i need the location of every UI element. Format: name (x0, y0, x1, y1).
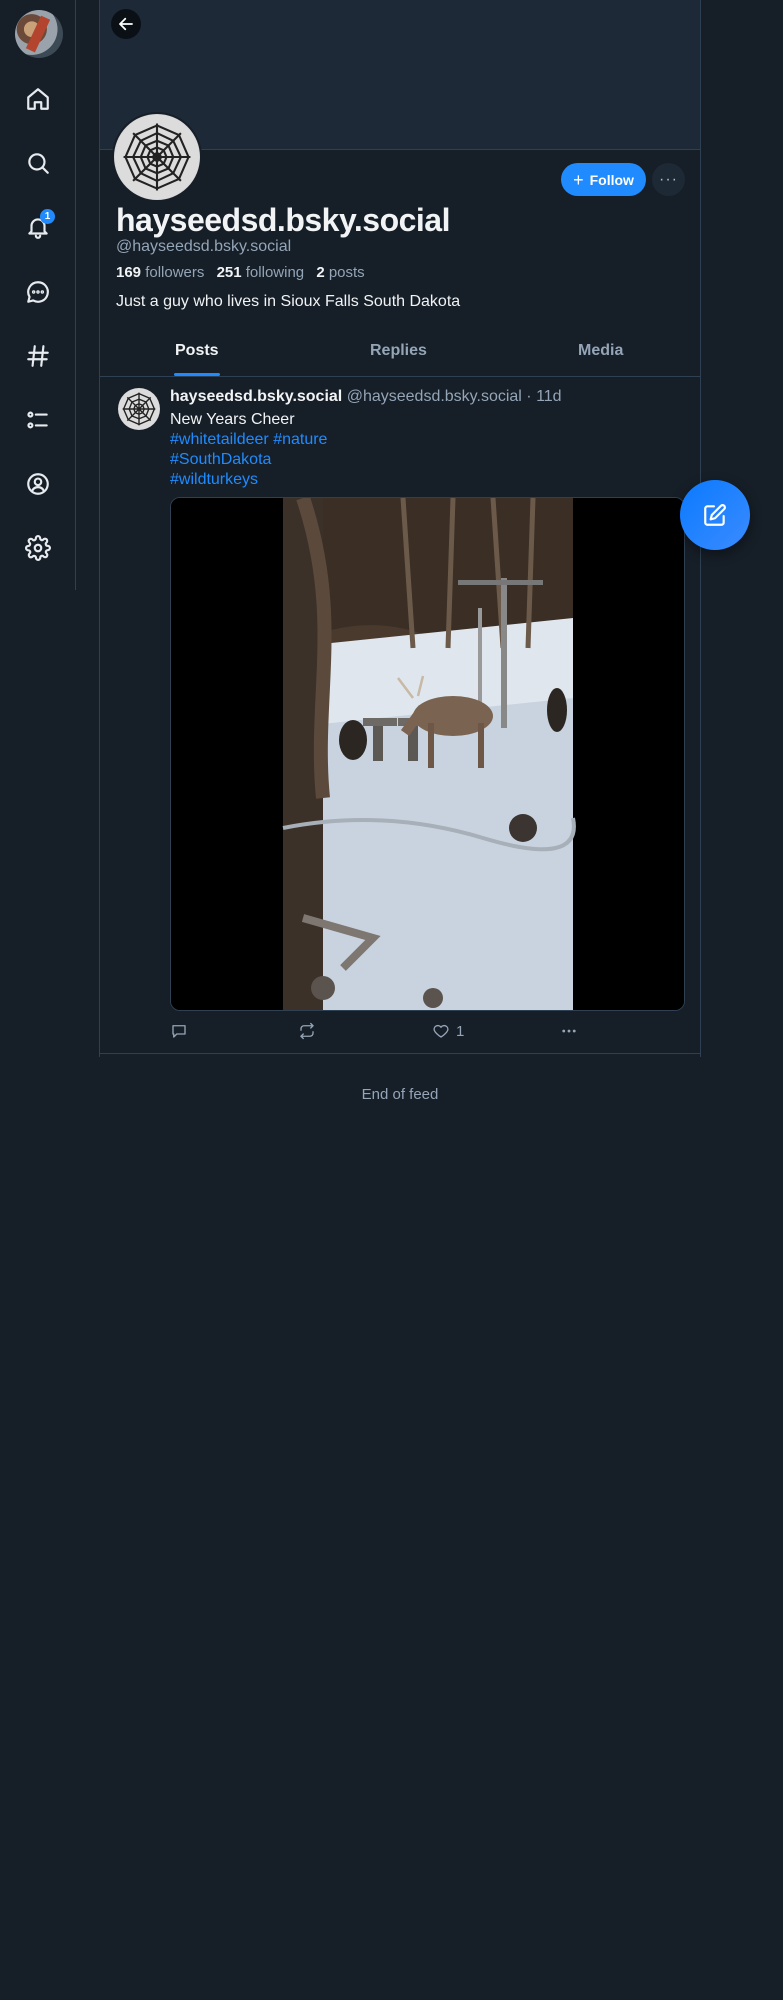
profile-handle: @hayseedsd.bsky.social (116, 238, 292, 255)
current-user-avatar[interactable] (15, 10, 63, 58)
feed-post[interactable]: hayseedsd.bsky.social @hayseedsd.bsky.so… (100, 378, 700, 1054)
post-timestamp[interactable]: · 11d (526, 388, 561, 405)
nav-profile[interactable] (16, 462, 60, 506)
posts-stat: 2 posts (316, 264, 364, 281)
post-body: New Years Cheer #whitetaildeer #nature #… (170, 410, 327, 490)
nav-home[interactable] (16, 77, 60, 121)
search-icon (28, 153, 49, 174)
profile-avatar[interactable] (112, 112, 202, 202)
notification-badge: 1 (40, 209, 55, 224)
spiderweb-avatar-image (114, 114, 200, 200)
followers-count: 169 (116, 264, 142, 281)
spiderweb-avatar-image (118, 388, 160, 430)
right-gutter (701, 0, 783, 2000)
nav-rail: 1 (0, 0, 76, 590)
hashtag-link[interactable]: #whitetaildeer (170, 431, 269, 448)
plus-icon: + (573, 169, 584, 190)
post-text: New Years Cheer (170, 411, 295, 428)
post-video[interactable] (170, 497, 685, 1011)
posts-label: posts (328, 264, 365, 281)
profile-display-name: hayseedsd.bsky.social (116, 202, 450, 238)
nav-lists[interactable] (16, 398, 60, 442)
followers-link[interactable]: 169 followers (116, 264, 204, 281)
post-header: hayseedsd.bsky.social @hayseedsd.bsky.so… (170, 388, 562, 406)
ellipsis-icon (562, 1029, 576, 1033)
chat-icon (27, 281, 49, 303)
active-tab-indicator (174, 373, 220, 376)
profile-stats: 169 followers 251 following 2 posts (116, 264, 365, 281)
nav-search[interactable] (16, 141, 60, 185)
followers-label: followers (145, 264, 205, 281)
post-author-avatar[interactable] (118, 388, 160, 430)
post-more-button[interactable] (560, 1022, 578, 1040)
following-link[interactable]: 251 following (217, 264, 305, 281)
posts-count: 2 (316, 264, 325, 281)
like-count: 1 (456, 1022, 465, 1040)
nav-chat[interactable] (16, 270, 60, 314)
heart-icon (433, 1024, 449, 1038)
like-button[interactable]: 1 (432, 1022, 464, 1040)
end-of-feed: End of feed (361, 1086, 439, 1103)
following-label: following (245, 264, 305, 281)
profile-bio: Just a guy who lives in Sioux Falls Sout… (116, 293, 461, 310)
home-icon (27, 88, 49, 110)
follow-button[interactable]: + Follow (561, 163, 646, 196)
post-author-name[interactable]: hayseedsd.bsky.social (170, 388, 342, 405)
nav-notifications[interactable]: 1 (16, 205, 60, 249)
hashtag-link[interactable]: #nature (273, 431, 327, 448)
hashtag-link[interactable]: #wildturkeys (170, 470, 327, 490)
nav-settings[interactable] (16, 526, 60, 570)
list-icon (27, 411, 48, 429)
gear-icon (25, 535, 51, 561)
profile-icon (27, 473, 49, 495)
post-tags-line: #whitetaildeer #nature (170, 430, 327, 450)
arrow-left-icon (119, 17, 133, 31)
post-author-handle: @hayseedsd.bsky.social (346, 388, 522, 405)
tab-posts[interactable]: Posts (175, 342, 219, 360)
repost-button[interactable] (298, 1022, 316, 1040)
reply-icon (172, 1025, 186, 1038)
hashtag-icon (27, 345, 49, 367)
hashtag-link[interactable]: #SouthDakota (170, 450, 327, 470)
post-actions: 1 (170, 1022, 590, 1042)
follow-button-label: Follow (589, 171, 634, 188)
tab-media[interactable]: Media (578, 342, 623, 360)
compose-icon (704, 504, 726, 526)
compose-post-button[interactable] (680, 480, 750, 550)
profile-column: + Follow ··· hayseedsd.bsky.social @hays… (99, 0, 701, 1103)
repost-icon (300, 1022, 314, 1040)
profile-more-button[interactable]: ··· (652, 163, 685, 196)
profile-tabs: Posts Replies Media (100, 332, 700, 377)
ellipsis-icon: ··· (659, 170, 678, 188)
back-button[interactable] (111, 9, 141, 39)
tab-replies[interactable]: Replies (370, 342, 427, 360)
following-count: 251 (216, 264, 242, 281)
reply-button[interactable] (170, 1022, 188, 1040)
nav-feeds[interactable] (16, 334, 60, 378)
deer-in-snow-video-frame (171, 498, 684, 1010)
